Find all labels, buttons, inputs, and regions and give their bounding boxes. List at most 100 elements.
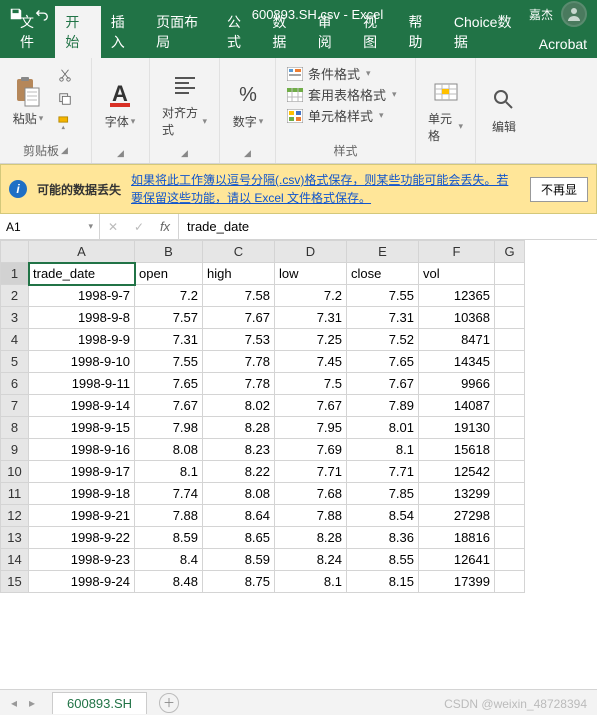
cell[interactable]: 1998-9-14	[29, 395, 135, 417]
name-box-dropdown-icon[interactable]: ▾	[88, 221, 93, 232]
cell[interactable]	[495, 373, 525, 395]
cell[interactable]: 8.01	[347, 417, 419, 439]
cut-icon[interactable]	[54, 64, 76, 86]
spreadsheet-grid[interactable]: ABCDEFG1trade_dateopenhighlowclosevol219…	[0, 240, 597, 593]
cell[interactable]: 7.67	[203, 307, 275, 329]
name-box-input[interactable]	[6, 220, 66, 234]
cell[interactable]: 1998-9-11	[29, 373, 135, 395]
cell[interactable]: 7.71	[347, 461, 419, 483]
paste-button[interactable]: 粘贴 ▾	[6, 62, 50, 140]
cell[interactable]: 7.95	[275, 417, 347, 439]
cell[interactable]: 12542	[419, 461, 495, 483]
insert-function-icon[interactable]: fx	[152, 214, 178, 239]
cell[interactable]: 7.2	[275, 285, 347, 307]
cell[interactable]: 8.1	[275, 571, 347, 593]
row-header[interactable]: 15	[1, 571, 29, 593]
cell[interactable]: 7.55	[135, 351, 203, 373]
cell[interactable]	[495, 351, 525, 373]
cell[interactable]: 13299	[419, 483, 495, 505]
align-launcher-icon[interactable]: ◢	[181, 148, 188, 159]
table-format-button[interactable]: 套用表格格式▾	[286, 85, 405, 104]
cell[interactable]: 7.53	[203, 329, 275, 351]
formula-cancel-icon[interactable]: ✕	[100, 214, 126, 239]
column-header[interactable]: E	[347, 241, 419, 263]
cell[interactable]: 7.68	[275, 483, 347, 505]
cell[interactable]: 7.57	[135, 307, 203, 329]
cell[interactable]: 7.74	[135, 483, 203, 505]
cell[interactable]: 7.25	[275, 329, 347, 351]
cell[interactable]: 1998-9-24	[29, 571, 135, 593]
cell[interactable]	[495, 549, 525, 571]
row-header[interactable]: 4	[1, 329, 29, 351]
cell[interactable]: 7.88	[135, 505, 203, 527]
cell[interactable]: 14087	[419, 395, 495, 417]
cell[interactable]	[495, 395, 525, 417]
cell[interactable]: 18816	[419, 527, 495, 549]
cell[interactable]: 8.75	[203, 571, 275, 593]
cell[interactable]: 8.28	[275, 527, 347, 549]
cell[interactable]	[495, 461, 525, 483]
cell[interactable]: 7.67	[347, 373, 419, 395]
cell[interactable]: 17399	[419, 571, 495, 593]
cell[interactable]: 7.55	[347, 285, 419, 307]
sheet-nav-next-icon[interactable]: ▸	[24, 696, 40, 710]
column-header[interactable]: C	[203, 241, 275, 263]
cell[interactable]: 7.2	[135, 285, 203, 307]
cell[interactable]: 10368	[419, 307, 495, 329]
cell[interactable]: 7.71	[275, 461, 347, 483]
cell[interactable]: 8.64	[203, 505, 275, 527]
cell[interactable]: 7.65	[347, 351, 419, 373]
row-header[interactable]: 7	[1, 395, 29, 417]
row-header[interactable]: 2	[1, 285, 29, 307]
cell[interactable]: 1998-9-7	[29, 285, 135, 307]
cell[interactable]: 8.55	[347, 549, 419, 571]
cell[interactable]: 7.69	[275, 439, 347, 461]
cell[interactable]	[495, 571, 525, 593]
ribbon-tab-9[interactable]: Choice数据	[444, 6, 529, 58]
row-header[interactable]: 6	[1, 373, 29, 395]
cell[interactable]: 7.65	[135, 373, 203, 395]
cell[interactable]: 7.67	[275, 395, 347, 417]
row-header[interactable]: 11	[1, 483, 29, 505]
add-sheet-icon[interactable]: ＋	[159, 693, 179, 713]
cell[interactable]: 12641	[419, 549, 495, 571]
ribbon-tab-5[interactable]: 数据	[262, 6, 307, 58]
cell[interactable]: 7.78	[203, 351, 275, 373]
alignment-button[interactable]: 对齐方式 ▾	[156, 62, 213, 146]
cell[interactable]	[495, 527, 525, 549]
row-header[interactable]: 13	[1, 527, 29, 549]
cell[interactable]: 8.08	[203, 483, 275, 505]
cell[interactable]: low	[275, 263, 347, 285]
cell[interactable]: 7.31	[347, 307, 419, 329]
font-launcher-icon[interactable]: ◢	[117, 148, 124, 159]
ribbon-tab-0[interactable]: 文件	[10, 6, 55, 58]
cell[interactable]: 1998-9-9	[29, 329, 135, 351]
cell[interactable]	[495, 417, 525, 439]
cell[interactable]	[495, 439, 525, 461]
cell[interactable]: 7.52	[347, 329, 419, 351]
user-avatar-icon[interactable]	[561, 1, 587, 27]
cell[interactable]: 8.15	[347, 571, 419, 593]
ribbon-tab-7[interactable]: 视图	[353, 6, 398, 58]
ribbon-tab-6[interactable]: 审阅	[308, 6, 353, 58]
cell[interactable]: 7.5	[275, 373, 347, 395]
cell[interactable]: 1998-9-10	[29, 351, 135, 373]
cell[interactable]: 12365	[419, 285, 495, 307]
ribbon-tab-3[interactable]: 页面布局	[146, 6, 217, 58]
cell[interactable]: 7.78	[203, 373, 275, 395]
cell[interactable]: 1998-9-18	[29, 483, 135, 505]
formula-enter-icon[interactable]: ✓	[126, 214, 152, 239]
cell[interactable]: 8.54	[347, 505, 419, 527]
cell[interactable]: 14345	[419, 351, 495, 373]
cell[interactable]: 8.22	[203, 461, 275, 483]
warning-dismiss-button[interactable]: 不再显	[530, 177, 588, 202]
sheet-tab[interactable]: 600893.SH	[52, 692, 147, 714]
cell[interactable]: 7.31	[135, 329, 203, 351]
cell[interactable]: 19130	[419, 417, 495, 439]
cell[interactable]	[495, 263, 525, 285]
cell[interactable]: 1998-9-8	[29, 307, 135, 329]
column-header[interactable]: G	[495, 241, 525, 263]
column-header[interactable]: A	[29, 241, 135, 263]
cell[interactable]: 7.85	[347, 483, 419, 505]
number-launcher-icon[interactable]: ◢	[244, 148, 251, 159]
